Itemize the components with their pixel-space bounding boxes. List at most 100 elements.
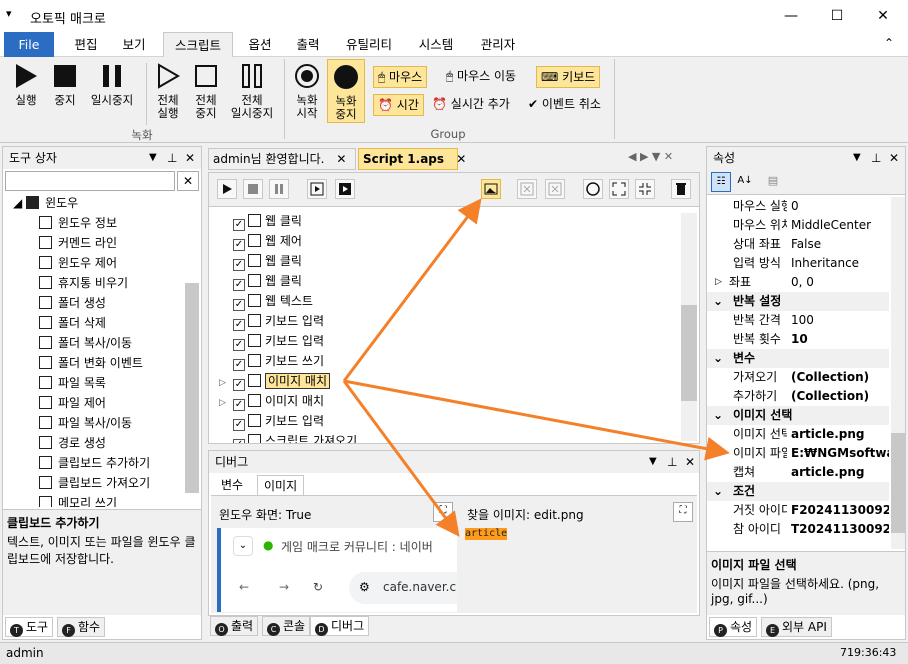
collapse-ribbon-icon[interactable]: ⌃ bbox=[884, 36, 894, 50]
delete-all-icon[interactable] bbox=[545, 179, 565, 199]
pause-icon[interactable] bbox=[269, 179, 289, 199]
prop-row[interactable]: 추가하기 (Collection) bbox=[707, 387, 889, 406]
category-vars[interactable]: ⌄ 변수 bbox=[707, 349, 889, 368]
categorized-icon[interactable]: ☷ bbox=[711, 172, 731, 192]
prop-row[interactable]: 이미지 파일E:₩NGMsoftware bbox=[707, 444, 889, 463]
trash-icon[interactable] bbox=[671, 179, 691, 199]
expand-icon[interactable]: ⛶ bbox=[433, 502, 453, 522]
tab-vars[interactable]: 변수 bbox=[217, 475, 247, 495]
toolbox-item[interactable]: 폴더 변화 이벤트 bbox=[13, 353, 181, 373]
dropdown-icon[interactable]: ▼ bbox=[853, 147, 861, 169]
line-checkbox[interactable]: ✓ bbox=[233, 419, 245, 431]
toolbox-item[interactable]: 파일 목록 bbox=[13, 373, 181, 393]
line-checkbox[interactable]: ✓ bbox=[233, 239, 245, 251]
window-menu-icon[interactable]: ▾ bbox=[6, 7, 12, 20]
prop-row[interactable]: ▷ 좌표 0, 0 bbox=[707, 273, 889, 292]
dropdown-icon[interactable]: ▼ bbox=[149, 147, 157, 169]
realtime-add-toggle[interactable]: ⏰ 실시간 추가 bbox=[428, 94, 514, 116]
toolbox-item[interactable]: 폴더 복사/이동 bbox=[13, 333, 181, 353]
image-capture-icon[interactable] bbox=[481, 179, 501, 199]
maximize-button[interactable]: ☐ bbox=[814, 0, 860, 32]
pin-icon[interactable]: ⊥ bbox=[667, 451, 677, 473]
tab-properties[interactable]: P 속성 bbox=[709, 617, 758, 637]
menu-output[interactable]: 출력 bbox=[286, 32, 330, 57]
step-icon[interactable] bbox=[307, 179, 327, 199]
prop-row[interactable]: 참 아이디T2024113009240 bbox=[707, 520, 889, 539]
property-pages-icon[interactable]: ▤ bbox=[763, 172, 783, 192]
toolbox-item[interactable]: 커멘드 라인 bbox=[13, 233, 181, 253]
line-checkbox[interactable]: ✓ bbox=[233, 339, 245, 351]
toolbox-search-input[interactable] bbox=[5, 171, 175, 191]
expand-icon[interactable]: ⛶ bbox=[673, 502, 693, 522]
prop-row[interactable]: 마우스 위치 MiddleCenter bbox=[707, 216, 889, 235]
close-icon[interactable]: ✕ bbox=[685, 451, 695, 473]
menu-options[interactable]: 옵션 bbox=[238, 32, 282, 57]
toolbox-item[interactable]: 클립보드 추가하기 bbox=[13, 453, 181, 473]
script-line[interactable]: ▷ ✓ 이미지 매치 bbox=[219, 371, 679, 391]
run-button[interactable]: 실행 bbox=[6, 63, 46, 107]
close-icon[interactable]: ✕ bbox=[889, 147, 899, 169]
line-checkbox[interactable]: ✓ bbox=[233, 259, 245, 271]
tab-welcome[interactable]: admin님 환영합니다. ✕ bbox=[208, 148, 356, 170]
tab-external-api[interactable]: E 외부 API bbox=[761, 617, 832, 637]
mouse-toggle[interactable]: 🖱 마우스 bbox=[373, 66, 428, 88]
script-line[interactable]: ✓ 키보드 쓰기 bbox=[219, 351, 679, 371]
close-icon[interactable]: ✕ bbox=[336, 152, 346, 166]
editor-scrollbar[interactable] bbox=[681, 213, 697, 441]
script-line[interactable]: ✓ 키보드 입력 bbox=[219, 311, 679, 331]
delete-icon[interactable] bbox=[517, 179, 537, 199]
script-line[interactable]: ✓ 웹 클릭 bbox=[219, 271, 679, 291]
line-checkbox[interactable]: ✓ bbox=[233, 279, 245, 291]
category-image[interactable]: ⌄ 이미지 선택 bbox=[707, 406, 889, 425]
mouse-move-toggle[interactable]: 🖱 마우스 이동 bbox=[442, 66, 520, 88]
close-icon[interactable]: ✕ bbox=[185, 147, 195, 169]
prop-row[interactable]: 상대 좌표 False bbox=[707, 235, 889, 254]
close-icon[interactable]: ✕ bbox=[456, 152, 466, 166]
prop-row[interactable]: 반복 횟수 10 bbox=[707, 330, 889, 349]
tab-nav-icons[interactable]: ◀ ▶ ▼ ✕ bbox=[628, 150, 673, 163]
prop-row[interactable]: 입력 방식 Inheritance bbox=[707, 254, 889, 273]
line-checkbox[interactable]: ✓ bbox=[233, 439, 245, 443]
line-checkbox[interactable]: ✓ bbox=[233, 219, 245, 231]
refresh-icon[interactable] bbox=[583, 179, 603, 199]
keyboard-toggle[interactable]: ⌨ 키보드 bbox=[536, 66, 601, 88]
stop-icon[interactable] bbox=[243, 179, 263, 199]
event-cancel-toggle[interactable]: ✔ 이벤트 취소 bbox=[524, 94, 605, 116]
category-condition[interactable]: ⌄ 조건 bbox=[707, 482, 889, 501]
menu-file[interactable]: File bbox=[4, 32, 54, 57]
pin-icon[interactable]: ⊥ bbox=[871, 147, 881, 169]
minimize-button[interactable]: — bbox=[768, 0, 814, 32]
tab-console[interactable]: C 콘솔 bbox=[262, 616, 311, 636]
tab-image[interactable]: 이미지 bbox=[257, 475, 305, 496]
toolbox-item[interactable]: 폴더 삭제 bbox=[13, 313, 181, 333]
tab-functions[interactable]: F 함수 bbox=[57, 617, 106, 637]
pin-icon[interactable]: ⊥ bbox=[167, 147, 177, 169]
line-checkbox[interactable]: ✓ bbox=[233, 399, 245, 411]
run-all-button[interactable]: 전체 실행 bbox=[150, 63, 186, 120]
menu-view[interactable]: 보기 bbox=[112, 32, 156, 57]
properties-scrollbar[interactable] bbox=[891, 197, 905, 549]
toolbox-scrollbar[interactable] bbox=[185, 283, 199, 493]
script-line[interactable]: ✓ 키보드 입력 bbox=[219, 331, 679, 351]
prop-row[interactable]: 캡쳐 article.png bbox=[707, 463, 889, 482]
toolbox-item[interactable]: 메모리 쓰기 bbox=[13, 493, 181, 507]
prop-row[interactable]: 가져오기 (Collection) bbox=[707, 368, 889, 387]
toolbox-item[interactable]: 윈도우 정보 bbox=[13, 213, 181, 233]
toolbox-item[interactable]: 파일 제어 bbox=[13, 393, 181, 413]
menu-edit[interactable]: 편집 bbox=[64, 32, 108, 57]
menu-utility[interactable]: 유틸리티 bbox=[336, 32, 402, 57]
menu-system[interactable]: 시스템 bbox=[408, 32, 464, 57]
tab-script[interactable]: Script 1.aps ✕ bbox=[358, 148, 466, 170]
expand-icon[interactable] bbox=[609, 179, 629, 199]
time-toggle[interactable]: ⏰ 시간 bbox=[373, 94, 424, 116]
toolbox-item[interactable]: 윈도우 제어 bbox=[13, 253, 181, 273]
tree-root[interactable]: ◢ 윈도우 bbox=[13, 193, 181, 213]
toolbox-item[interactable]: 휴지통 비우기 bbox=[13, 273, 181, 293]
menu-admin[interactable]: 관리자 bbox=[470, 32, 526, 57]
script-line[interactable]: ✓ 웹 제어 bbox=[219, 231, 679, 251]
line-checkbox[interactable]: ✓ bbox=[233, 379, 245, 391]
line-checkbox[interactable]: ✓ bbox=[233, 359, 245, 371]
pause-button[interactable]: 일시중지 bbox=[84, 63, 140, 107]
close-button[interactable]: ✕ bbox=[860, 0, 906, 32]
tab-debug[interactable]: D 디버그 bbox=[310, 616, 370, 636]
